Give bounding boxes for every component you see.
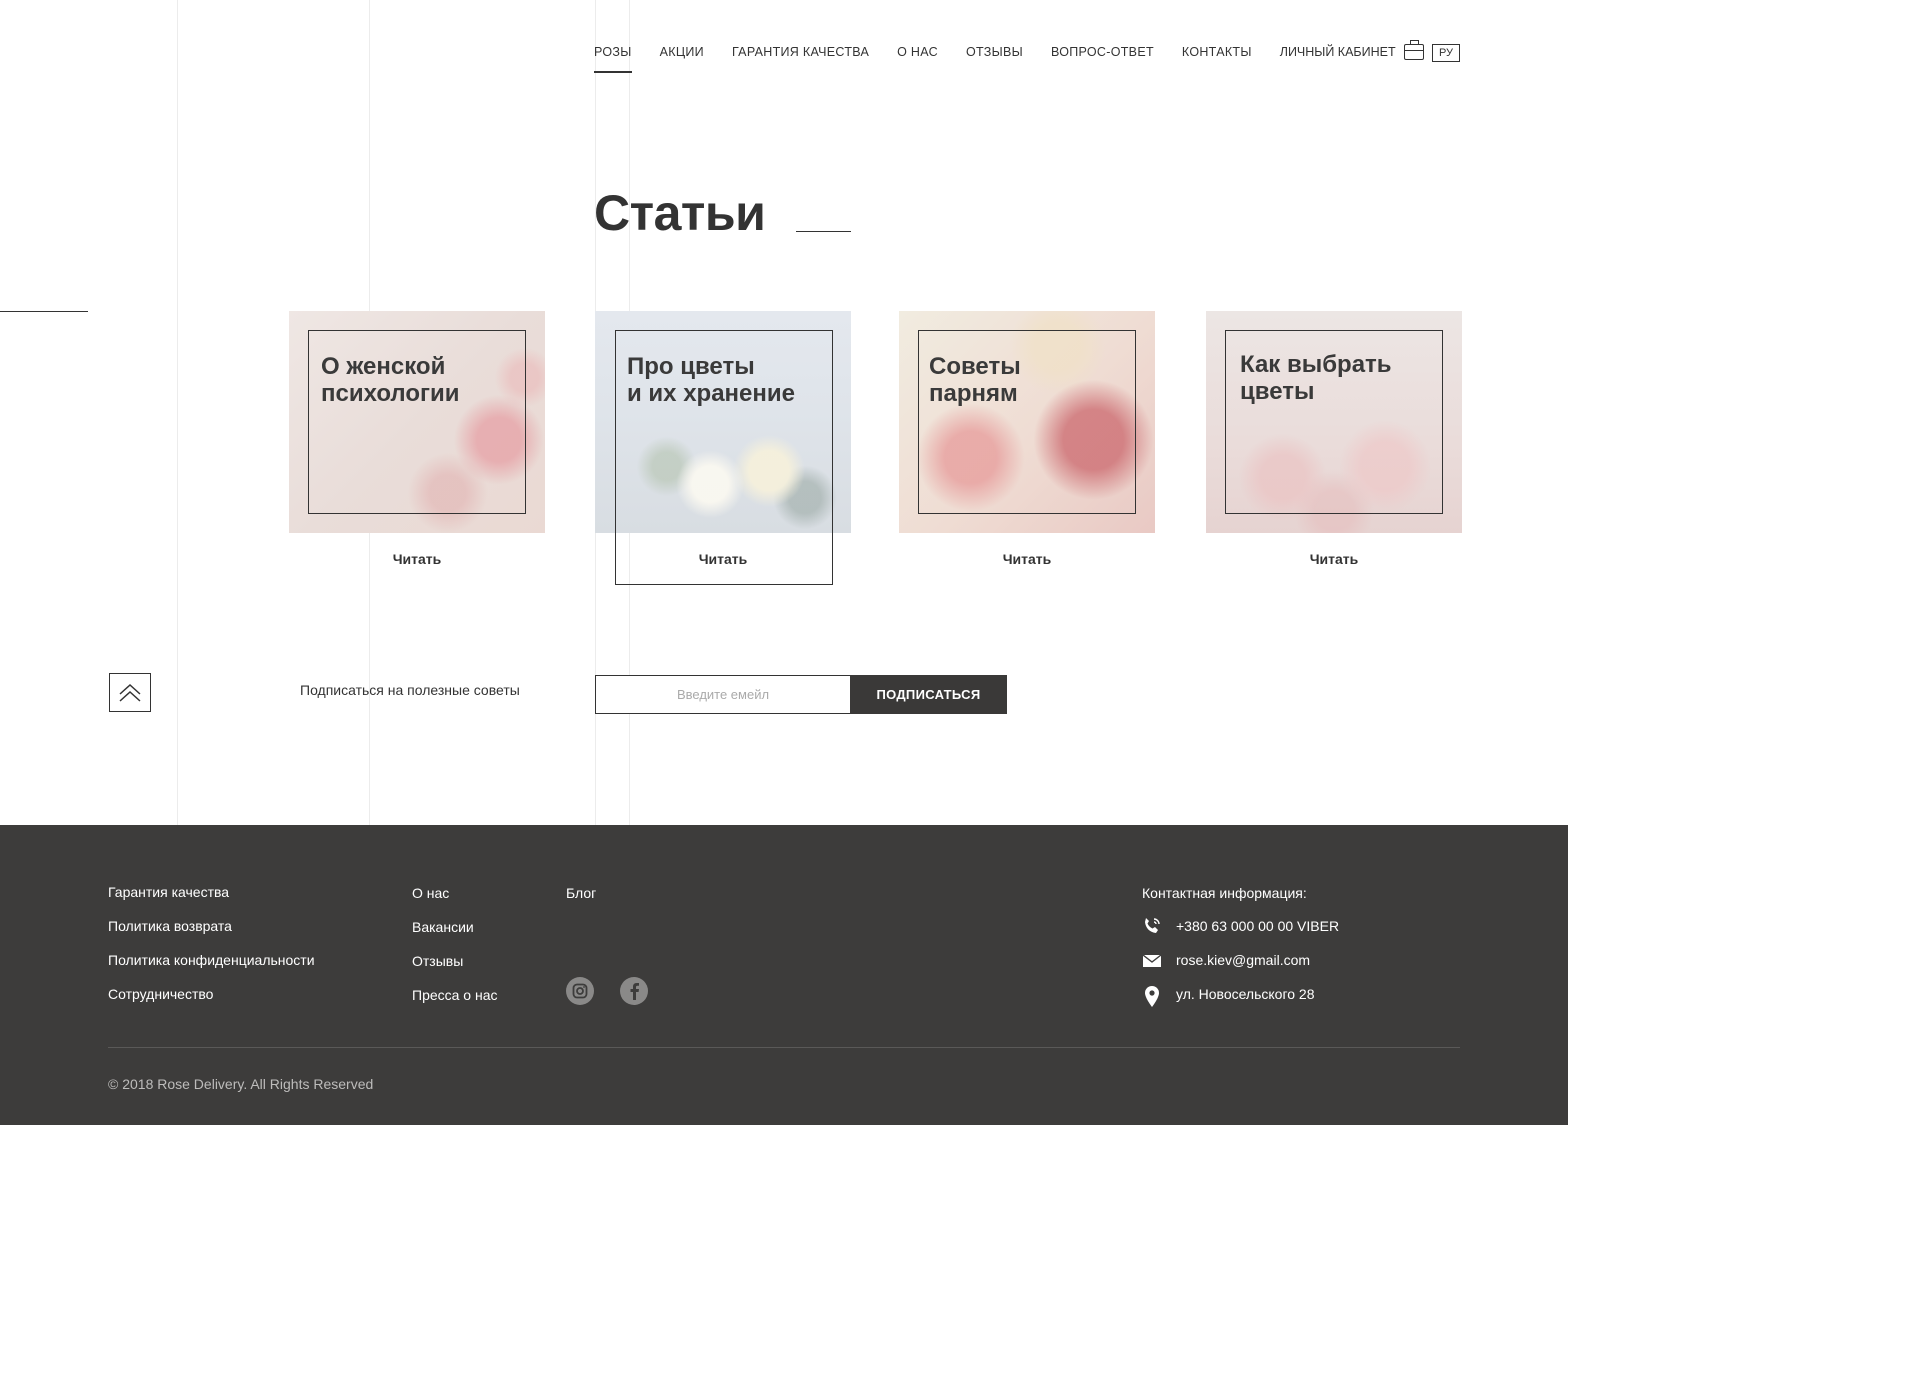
- footer-link-about[interactable]: О нас: [412, 885, 449, 901]
- footer-link-reviews[interactable]: Отзывы: [412, 953, 463, 969]
- guide-line: [177, 0, 178, 825]
- left-decor-line: [0, 311, 88, 312]
- cabinet-label: ЛИЧНЫЙ КАБИНЕТ: [1279, 45, 1396, 59]
- article-card-psychology[interactable]: О женской психологии: [289, 311, 545, 533]
- read-link[interactable]: Читать: [1206, 551, 1462, 567]
- read-link[interactable]: Читать: [899, 551, 1155, 567]
- facebook-icon[interactable]: [620, 977, 648, 1005]
- email-input[interactable]: [595, 675, 851, 714]
- nav-item-roses[interactable]: РОЗЫ: [594, 45, 632, 73]
- nav-item-faq[interactable]: ВОПРОС-ОТВЕТ: [1051, 45, 1154, 59]
- nav-item-contacts[interactable]: КОНТАКТЫ: [1182, 45, 1252, 59]
- copyright: © 2018 Rose Delivery. All Rights Reserve…: [108, 1076, 374, 1092]
- location-pin-icon: [1142, 985, 1162, 1009]
- nav-item-cabinet[interactable]: ЛИЧНЫЙ КАБИНЕТ: [1279, 40, 1424, 60]
- main-nav: РОЗЫ АКЦИИ ГАРАНТИЯ КАЧЕСТВА О НАС ОТЗЫВ…: [594, 40, 1424, 73]
- nav-item-reviews[interactable]: ОТЗЫВЫ: [966, 45, 1023, 59]
- article-title: Советы парням: [929, 353, 1021, 407]
- article-card-tips-guys[interactable]: Советы парням: [899, 311, 1155, 533]
- footer: Гарантия качества Политика возврата Поли…: [0, 825, 1568, 1125]
- title-underline: [796, 231, 851, 232]
- contact-email[interactable]: rose.kiev@gmail.com: [1176, 952, 1310, 968]
- article-title: Про цветы и их хранение: [627, 353, 795, 407]
- subscribe-button[interactable]: ПОДПИСАТЬСЯ: [850, 675, 1007, 714]
- subscribe-label: Подписаться на полезные советы: [300, 682, 520, 698]
- read-link[interactable]: Читать: [595, 551, 851, 567]
- contact-title: Контактная информация:: [1142, 885, 1307, 901]
- contact-phone[interactable]: +380 63 000 00 00 VIBER: [1176, 918, 1339, 934]
- nav-item-about[interactable]: О НАС: [897, 45, 938, 59]
- scroll-top-button[interactable]: [109, 673, 151, 712]
- footer-link-quality[interactable]: Гарантия качества: [108, 884, 229, 900]
- phone-icon: [1142, 916, 1162, 936]
- footer-link-privacy[interactable]: Политика конфиденциальности: [108, 952, 315, 968]
- nav-item-quality[interactable]: ГАРАНТИЯ КАЧЕСТВА: [732, 45, 869, 59]
- article-image: [595, 311, 851, 533]
- mail-icon: [1142, 951, 1162, 971]
- article-card-flowers-storage[interactable]: Про цветы и их хранение: [595, 311, 851, 533]
- briefcase-icon: [1403, 40, 1424, 60]
- footer-divider: [108, 1047, 1460, 1048]
- footer-link-vacancies[interactable]: Вакансии: [412, 919, 474, 935]
- footer-link-press[interactable]: Пресса о нас: [412, 987, 498, 1003]
- language-switcher[interactable]: РУ: [1432, 44, 1460, 62]
- footer-link-partnership[interactable]: Сотрудничество: [108, 986, 213, 1002]
- nav-item-promotions[interactable]: АКЦИИ: [660, 45, 704, 59]
- page-title: Статьи: [594, 185, 766, 241]
- article-title: О женской психологии: [321, 353, 460, 407]
- double-chevron-up-icon: [119, 683, 141, 702]
- instagram-icon[interactable]: [566, 977, 594, 1005]
- article-card-choose-flowers[interactable]: Как выбрать цветы: [1206, 311, 1462, 533]
- footer-link-blog[interactable]: Блог: [566, 885, 596, 901]
- contact-address: ул. Новосельского 28: [1176, 986, 1315, 1002]
- footer-link-returns[interactable]: Политика возврата: [108, 918, 232, 934]
- article-title: Как выбрать цветы: [1240, 351, 1392, 405]
- read-link[interactable]: Читать: [289, 551, 545, 567]
